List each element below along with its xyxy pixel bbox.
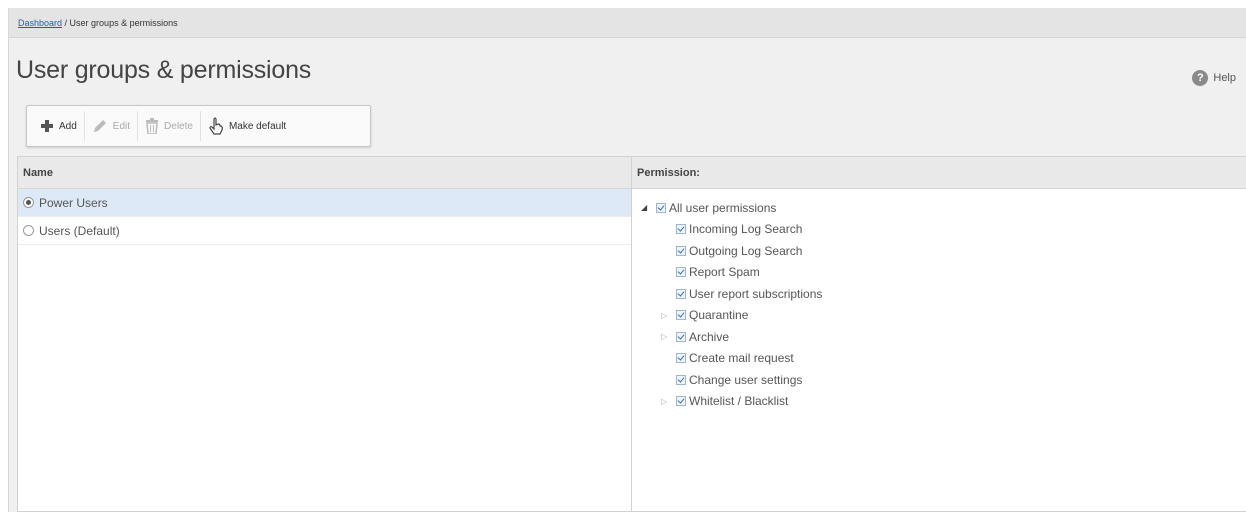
page-container: Dashboard / User groups & permissions Us…: [8, 8, 1246, 512]
permission-checkbox[interactable]: [676, 353, 686, 364]
edit-button-label: Edit: [112, 120, 131, 132]
help-icon: ?: [1192, 70, 1209, 86]
permission-label: Archive: [689, 329, 730, 344]
permission-node: ▷ Whitelist / Blacklist: [632, 391, 1246, 413]
edit-button[interactable]: Edit: [85, 111, 139, 141]
permission-label: Create mail request: [689, 351, 794, 366]
name-column-header: Name: [18, 157, 631, 189]
permission-checkbox[interactable]: [676, 310, 686, 321]
permission-node: Outgoing Log Search: [632, 240, 1246, 262]
permission-checkbox[interactable]: [656, 202, 666, 213]
groups-list: Power Users Users (Default): [18, 189, 631, 245]
permission-label: Report Spam: [689, 265, 760, 280]
permission-node: ▷ Archive: [632, 326, 1246, 348]
radio-button[interactable]: [23, 197, 34, 208]
permission-label: Change user settings: [689, 372, 803, 387]
breadcrumb-separator: /: [62, 18, 70, 28]
delete-button-label: Delete: [164, 120, 193, 132]
permission-checkbox[interactable]: [676, 374, 686, 385]
permission-label: Incoming Log Search: [689, 222, 803, 237]
radio-button[interactable]: [23, 225, 34, 236]
add-button[interactable]: Add: [33, 111, 85, 141]
expand-arrow-icon[interactable]: ◢: [641, 203, 647, 212]
add-button-label: Add: [59, 120, 77, 132]
permission-checkbox[interactable]: [676, 224, 686, 235]
collapse-arrow-icon[interactable]: ▷: [661, 311, 667, 320]
permission-label: Whitelist / Blacklist: [689, 394, 789, 409]
group-row-users-default[interactable]: Users (Default): [18, 217, 631, 245]
permission-checkbox[interactable]: [676, 267, 686, 278]
breadcrumb-current: User groups & permissions: [69, 18, 178, 28]
make-default-button-label: Make default: [228, 120, 287, 132]
permission-node: User report subscriptions: [632, 283, 1246, 305]
make-default-button[interactable]: Make default: [201, 111, 293, 141]
permission-checkbox[interactable]: [676, 331, 686, 342]
permission-checkbox[interactable]: [676, 288, 686, 299]
group-row-power-users[interactable]: Power Users: [18, 189, 631, 217]
permission-node: ◢ All user permissions: [632, 197, 1246, 219]
permission-node: ▷ Quarantine: [632, 305, 1246, 327]
permission-checkbox[interactable]: [676, 245, 686, 256]
delete-button[interactable]: Delete: [138, 111, 201, 141]
page-title: User groups & permissions: [16, 56, 312, 84]
help-label: Help: [1213, 72, 1236, 84]
collapse-arrow-icon[interactable]: ▷: [661, 332, 667, 341]
groups-panel: Name Power Users Users (Default): [17, 156, 632, 512]
permission-label: Quarantine: [689, 308, 749, 323]
trash-icon: [146, 118, 159, 134]
permission-column-header: Permission:: [632, 157, 1246, 189]
permissions-tree: ◢ All user permissions Incoming Log Search…: [632, 189, 1246, 412]
group-label: Users (Default): [39, 223, 120, 238]
group-label: Power Users: [39, 195, 108, 210]
permission-node: Report Spam: [632, 262, 1246, 284]
breadcrumb-dashboard-link[interactable]: Dashboard: [18, 18, 62, 28]
permission-label: Outgoing Log Search: [689, 243, 803, 258]
permission-label: User report subscriptions: [689, 286, 823, 301]
pencil-icon: [93, 120, 106, 132]
collapse-arrow-icon[interactable]: ▷: [661, 397, 667, 406]
permissions-panel: Permission: ◢ All user permissions Incomin…: [631, 156, 1246, 512]
permission-node: Create mail request: [632, 348, 1246, 370]
hand-pointer-icon: [209, 117, 223, 135]
plus-icon: [41, 120, 53, 132]
permission-checkbox[interactable]: [676, 396, 686, 407]
breadcrumb: Dashboard / User groups & permissions: [9, 8, 1246, 38]
help-button[interactable]: ? Help: [1192, 70, 1236, 86]
toolbar: Add Edit Delete Make default: [26, 105, 371, 147]
permission-node: Change user settings: [632, 369, 1246, 391]
permission-node: Incoming Log Search: [632, 219, 1246, 241]
permission-label: All user permissions: [669, 200, 777, 215]
